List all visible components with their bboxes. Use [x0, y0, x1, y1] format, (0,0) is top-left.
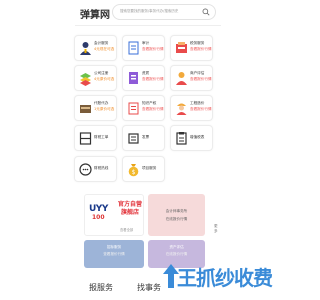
card-title: 项目服务	[142, 166, 157, 170]
card-subtitle: 4元原价可选	[94, 77, 115, 81]
header-divider	[75, 25, 221, 26]
card-title: 资质	[142, 71, 150, 75]
banner-title: 会计师事务所	[165, 209, 188, 213]
banner-title: 资产评估	[169, 245, 184, 249]
merchant-evaluation-icon	[176, 72, 187, 85]
site-logo[interactable]: 弹算网	[80, 6, 110, 21]
audit-document-icon	[128, 41, 139, 55]
banner-bidding[interactable]: 招标服务 查看报价行情	[84, 240, 144, 268]
banner-subtitle[interactable]: 查看全部	[120, 227, 133, 232]
ip-icon	[128, 102, 139, 115]
tax-service-icon	[176, 42, 187, 53]
card-title: 商户评估	[190, 71, 205, 75]
card-subtitle: 查看报价行情	[142, 47, 164, 51]
card-subtitle: 4元现在可选	[94, 47, 115, 51]
search-input[interactable]: 搜索您要找的服务/事务代办/搜索历史	[112, 4, 216, 20]
card-title: 增值税表	[190, 135, 205, 139]
banner-subtitle: 查看报价行情	[103, 252, 125, 256]
top-header: 弹算网 搜索您要找的服务/事务代办/搜索历史	[0, 0, 300, 26]
card-title: 财税热线	[94, 166, 109, 170]
bookkeeping-icon	[80, 105, 91, 113]
banner-logo-text: UYY	[89, 204, 108, 214]
card-subtitle: 查看报价行情	[190, 107, 212, 111]
banner-subtitle: 在线报价行情	[165, 252, 188, 256]
service-card-hotline[interactable]: 财税热线	[74, 156, 117, 182]
service-card-qualification[interactable]: 资质 查看报价行情	[122, 65, 165, 91]
hotline-icon	[79, 163, 92, 176]
card-title: 工程造价	[190, 101, 205, 105]
search-placeholder: 搜索您要找的服务/事务代办/搜索历史	[120, 9, 179, 13]
company-register-icon	[80, 73, 91, 86]
tax-form-icon	[176, 132, 187, 145]
service-card-invoice[interactable]: 发票	[122, 125, 165, 151]
card-subtitle: 查看报价行情	[142, 107, 164, 111]
ledger-icon	[79, 132, 92, 145]
card-subtitle: 查看报价行情	[190, 47, 212, 51]
banner-accounting-firm[interactable]: 会计师事务所 在线报价行情	[148, 194, 205, 236]
more-link[interactable]: 更多	[214, 224, 219, 233]
banner-title: 官方自营旗舰店	[117, 201, 142, 216]
card-title: 税务服务	[190, 41, 205, 45]
card-title: 审计	[142, 41, 150, 45]
service-card-ip[interactable]: 知识产权 查看报价行情	[122, 95, 165, 121]
service-card-company-register[interactable]: 公司注册 4元原价可选	[74, 65, 117, 91]
search-icon[interactable]	[202, 8, 210, 16]
service-card-bookkeeping[interactable]: 代账代办 1元原价可选	[74, 95, 117, 121]
service-card-project[interactable]: $ 项目服务	[122, 156, 165, 182]
service-card-accounting[interactable]: 会计服务 4元现在可选	[74, 35, 117, 61]
card-title: 公司注册	[94, 71, 109, 75]
banner-official-store[interactable]: UYY 100 官方自营旗舰店 查看全部	[84, 194, 144, 236]
service-card-engineering[interactable]: 工程造价 查看报价行情	[170, 95, 213, 121]
engineer-icon	[176, 103, 187, 115]
card-title: 代账代办	[94, 101, 109, 105]
card-title: 发票	[142, 135, 150, 139]
qualification-icon	[129, 72, 138, 84]
banner-title: 招标服务	[106, 245, 122, 249]
banner-subtitle: 在线报价行情	[165, 217, 188, 221]
card-subtitle: 1元原价可选	[94, 107, 115, 111]
banner-logo-number: 100	[92, 214, 105, 221]
card-title: 会计服务	[94, 41, 109, 45]
service-card-ledger[interactable]: 财税工单	[74, 125, 117, 151]
svg-text:$: $	[132, 169, 136, 176]
invoice-icon	[128, 133, 139, 144]
accountant-icon	[80, 42, 91, 55]
service-card-tax-form[interactable]: 增值税表	[170, 125, 213, 151]
tab-services[interactable]: 报服务	[89, 282, 113, 293]
service-card-merchant[interactable]: 商户评估 查看报价行情	[170, 65, 213, 91]
service-card-audit[interactable]: 审计 查看报价行情	[122, 35, 165, 61]
card-subtitle: 查看报价行情	[190, 77, 212, 81]
money-bag-icon: $	[128, 164, 139, 177]
watermark: 王抓纱收费	[163, 262, 281, 292]
service-card-tax[interactable]: 税务服务 查看报价行情	[170, 35, 213, 61]
card-title: 知识产权	[142, 101, 157, 105]
card-title: 财税工单	[94, 135, 109, 139]
tab-affairs[interactable]: 找事务	[137, 282, 161, 293]
watermark-text: 王抓纱收费	[177, 266, 273, 290]
card-subtitle: 查看报价行情	[142, 77, 164, 81]
